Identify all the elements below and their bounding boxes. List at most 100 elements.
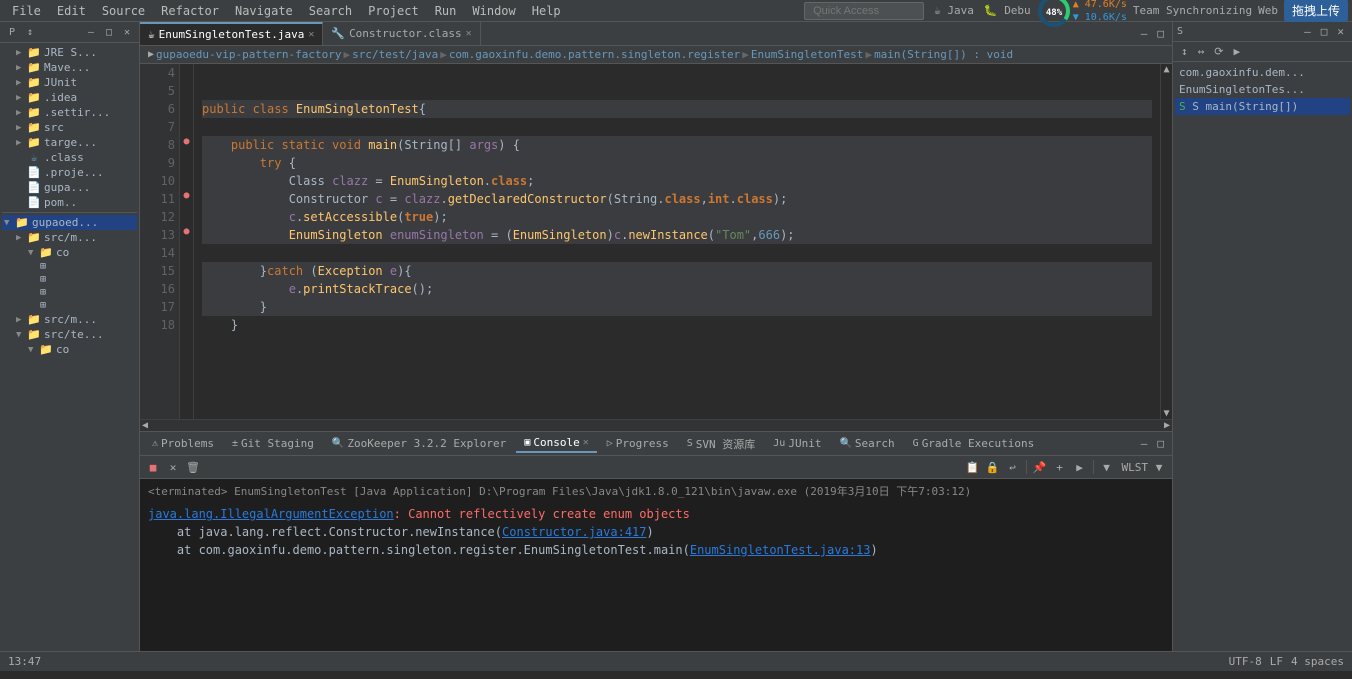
breadcrumb-src[interactable]: src/test/java: [352, 48, 438, 61]
sidebar: P ↕ — □ ✕ ▶ 📁 JRE S... ▶ 📁 Mave...: [0, 22, 140, 651]
tree-item-gupaoed[interactable]: ▼ 📁 gupaoed...: [2, 215, 137, 230]
menu-file[interactable]: File: [4, 2, 49, 20]
console-dropdown-btn[interactable]: ▼: [1098, 458, 1116, 476]
tab-gradle[interactable]: G Gradle Executions: [905, 435, 1043, 452]
right-close-btn[interactable]: ✕: [1333, 24, 1348, 39]
tree-item-co1[interactable]: ▼ 📁 co: [2, 245, 137, 260]
tree-item-srcm1[interactable]: ▶ 📁 src/m...: [2, 230, 137, 245]
web-label[interactable]: Web: [1258, 4, 1278, 17]
tree-item-junit[interactable]: ▶ 📁 JUnit: [2, 75, 137, 90]
tab-junit[interactable]: Ju JUnit: [765, 435, 829, 452]
menu-source[interactable]: Source: [94, 2, 153, 20]
tab-maximize-btn[interactable]: □: [1153, 26, 1168, 41]
tab-constructor[interactable]: 🔧 Constructor.class ✕: [323, 22, 480, 45]
tab-git-staging[interactable]: ± Git Staging: [224, 435, 322, 452]
right-item-class[interactable]: com.gaoxinfu.dem...: [1175, 64, 1350, 81]
scroll-down-btn[interactable]: ▼: [1161, 408, 1172, 419]
right-tool-2[interactable]: ↔: [1194, 44, 1209, 59]
tab-console[interactable]: ▣ Console ✕: [516, 434, 596, 453]
bottom-maximize-btn[interactable]: □: [1153, 436, 1168, 451]
menu-refactor[interactable]: Refactor: [153, 2, 227, 20]
sidebar-expand-btn[interactable]: □: [101, 24, 117, 40]
code-editor[interactable]: 4 5 6 7 8 9 10 11 12 13 14 15 16 17 18: [140, 64, 1172, 419]
tree-item-sub3[interactable]: ⊞: [2, 286, 137, 299]
wlst-dropdown[interactable]: ▼: [1150, 458, 1168, 476]
code-line-12: c.setAccessible(true);: [202, 208, 1152, 226]
menu-project[interactable]: Project: [360, 2, 427, 20]
tree-item-jre[interactable]: ▶ 📁 JRE S...: [2, 45, 137, 60]
tab-close-constructor[interactable]: ✕: [466, 28, 472, 39]
terminate-btn[interactable]: ■: [144, 458, 162, 476]
h-scrollbar[interactable]: ◀ ▶: [140, 419, 1172, 431]
enum-test-link[interactable]: EnumSingletonTest.java:13: [690, 543, 871, 557]
clear-btn[interactable]: 🗑: [184, 458, 202, 476]
tree-item-target[interactable]: ▶ 📁 targe...: [2, 135, 137, 150]
upload-button[interactable]: 拖拽上传: [1284, 0, 1348, 22]
right-maximize-btn[interactable]: □: [1317, 24, 1332, 39]
breadcrumb-root[interactable]: gupaoedu-vip-pattern-factory: [156, 48, 341, 61]
bottom-minimize-btn[interactable]: —: [1137, 436, 1152, 451]
menu-search[interactable]: Search: [301, 2, 360, 20]
breadcrumb-method[interactable]: main(String[]) : void: [874, 48, 1013, 61]
menu-edit[interactable]: Edit: [49, 2, 94, 20]
tree-item-project[interactable]: 📄 .proje...: [2, 165, 137, 180]
editor-scrollbar[interactable]: ▲ ▼: [1160, 64, 1172, 419]
tab-progress[interactable]: ▷ Progress: [599, 435, 677, 452]
sidebar-close-btn[interactable]: ✕: [119, 24, 135, 40]
tree-item-srcte[interactable]: ▼ 📁 src/te...: [2, 327, 137, 342]
console-output[interactable]: <terminated> EnumSingletonTest [Java App…: [140, 479, 1172, 651]
constructor-link[interactable]: Constructor.java:417: [502, 525, 647, 539]
tree-item-settings[interactable]: ▶ 📁 .settir...: [2, 105, 137, 120]
sidebar-sync-btn[interactable]: ↕: [22, 24, 38, 40]
tree-item-maven[interactable]: ▶ 📁 Mave...: [2, 60, 137, 75]
tab-svn[interactable]: S SVN 资源库: [679, 434, 764, 454]
pin-btn[interactable]: 📌: [1031, 458, 1049, 476]
right-tool-4[interactable]: ▶: [1229, 44, 1244, 59]
scroll-left-btn[interactable]: ◀: [140, 420, 150, 431]
tree-item-sub4[interactable]: ⊞: [2, 299, 137, 312]
tree-item-src[interactable]: ▶ 📁 src: [2, 120, 137, 135]
tree-item-gupa[interactable]: 📄 gupa...: [2, 180, 137, 195]
code-content[interactable]: public class EnumSingletonTest { public …: [194, 64, 1160, 419]
scroll-right-btn[interactable]: ▶: [1162, 420, 1172, 431]
tree-item-sub2[interactable]: ⊞: [2, 273, 137, 286]
sync-label[interactable]: Team Synchronizing: [1133, 4, 1252, 17]
quick-access-input[interactable]: [804, 2, 924, 20]
tab-problems[interactable]: ⚠ Problems: [144, 435, 222, 452]
menu-window[interactable]: Window: [464, 2, 523, 20]
scroll-up-btn[interactable]: ▲: [1161, 64, 1172, 75]
new-console-btn[interactable]: +: [1051, 458, 1069, 476]
tab-enum-singleton[interactable]: ☕ EnumSingletonTest.java ✕: [140, 22, 323, 45]
tab-zookeeper[interactable]: 🔍 ZooKeeper 3.2.2 Explorer: [324, 435, 514, 452]
right-item-test[interactable]: EnumSingletonTes...: [1175, 81, 1350, 98]
tree-item-srcm2[interactable]: ▶ 📁 src/m...: [2, 312, 137, 327]
breadcrumb-package[interactable]: com.gaoxinfu.demo.pattern.singleton.regi…: [449, 48, 740, 61]
menu-help[interactable]: Help: [524, 2, 569, 20]
tab-close-enum[interactable]: ✕: [308, 29, 314, 40]
tree-item-class[interactable]: ☕ .class: [2, 150, 137, 165]
menu-run[interactable]: Run: [427, 2, 465, 20]
remove-btn[interactable]: ✕: [164, 458, 182, 476]
tab-search[interactable]: 🔍 Search: [831, 435, 902, 452]
word-wrap-btn[interactable]: ↩: [1004, 458, 1022, 476]
console-close-btn[interactable]: ✕: [583, 437, 589, 448]
right-minimize-btn[interactable]: —: [1300, 24, 1315, 39]
tree-item-idea[interactable]: ▶ 📁 .idea: [2, 90, 137, 105]
debug-perspective[interactable]: 🐛 Debu: [984, 4, 1031, 17]
java-perspective[interactable]: ☕ Java: [934, 4, 974, 17]
scroll-lock-btn[interactable]: 🔒: [984, 458, 1002, 476]
copy-output-btn[interactable]: 📋: [964, 458, 982, 476]
tree-item-sub1[interactable]: ⊞: [2, 260, 137, 273]
right-tool-3[interactable]: ⟳: [1210, 44, 1227, 59]
breadcrumb-class[interactable]: EnumSingletonTest: [751, 48, 864, 61]
right-tool-1[interactable]: ↕: [1177, 44, 1192, 59]
tab-minimize-btn[interactable]: —: [1137, 26, 1152, 41]
right-item-main[interactable]: S S main(String[]): [1175, 98, 1350, 115]
tree-item-pom[interactable]: 📄 pom..: [2, 195, 137, 210]
tree-item-co2[interactable]: ▼ 📁 co: [2, 342, 137, 357]
menu-navigate[interactable]: Navigate: [227, 2, 301, 20]
error-class-link[interactable]: java.lang.IllegalArgumentException: [148, 507, 394, 521]
sidebar-collapse-btn[interactable]: P: [4, 24, 20, 40]
sidebar-minimize-btn[interactable]: —: [83, 24, 99, 40]
open-console-btn[interactable]: ▶: [1071, 458, 1089, 476]
